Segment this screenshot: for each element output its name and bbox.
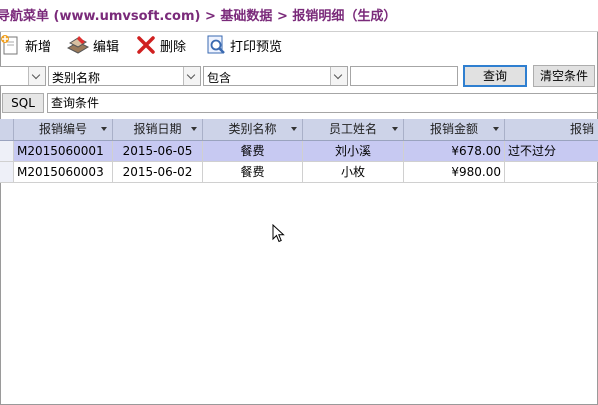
- edit-label: 编辑: [93, 39, 120, 55]
- chevron-down-icon: [28, 67, 45, 85]
- sort-icon: [493, 127, 499, 131]
- column-header[interactable]: 报销: [505, 119, 598, 140]
- sort-icon: [101, 127, 107, 131]
- search-input[interactable]: [350, 66, 458, 86]
- edit-button[interactable]: 编辑: [66, 33, 119, 57]
- breadcrumb-text: 导航菜单 (www.umvsoft.com) > 基础数据 > 报销明细（生成）: [0, 9, 397, 24]
- edit-icon: [66, 36, 90, 54]
- delete-button[interactable]: 删除: [135, 33, 186, 57]
- column-header[interactable]: 报销编号: [14, 119, 113, 140]
- chevron-down-icon: [183, 67, 200, 85]
- row-header: [0, 162, 14, 183]
- row-header-corner: [0, 119, 14, 140]
- table-row[interactable]: M2015060001 2015-06-05 餐费 刘小溪 ¥678.00 过不…: [0, 141, 598, 162]
- cell-code[interactable]: M2015060003: [14, 162, 113, 183]
- cell-employee[interactable]: 小枚: [303, 162, 404, 183]
- cell-amount[interactable]: ¥678.00: [404, 141, 505, 162]
- sort-icon: [392, 127, 398, 131]
- logic-select[interactable]: [0, 66, 46, 86]
- field-select[interactable]: 类别名称: [48, 66, 201, 86]
- sql-row: SQL 查询条件: [0, 92, 598, 114]
- cell-date[interactable]: 2015-06-05: [113, 141, 203, 162]
- clear-conditions-button[interactable]: 清空条件: [533, 65, 595, 87]
- sort-icon: [191, 127, 197, 131]
- toolbar: 新增 编辑 删除 打印预览: [0, 31, 598, 59]
- window-frame: [0, 0, 598, 405]
- column-header[interactable]: 报销日期: [113, 119, 203, 140]
- field-select-value: 类别名称: [52, 71, 101, 85]
- column-header-label: 报销编号: [38, 122, 87, 136]
- row-header: [0, 141, 14, 162]
- delete-label: 删除: [160, 39, 187, 55]
- cell-note[interactable]: 过不过分: [505, 141, 598, 162]
- print-preview-icon: [207, 35, 225, 54]
- column-header-label: 员工姓名: [328, 122, 377, 136]
- print-preview-label: 打印预览: [230, 39, 283, 55]
- delete-icon: [137, 36, 155, 54]
- column-header-label: 类别名称: [228, 122, 277, 136]
- add-icon: [1, 35, 18, 55]
- column-header[interactable]: 报销金额: [404, 119, 505, 140]
- column-header-label: 报销日期: [133, 122, 182, 136]
- mouse-cursor-icon: [272, 224, 285, 243]
- query-button[interactable]: 查询: [463, 65, 527, 87]
- table-row[interactable]: M2015060003 2015-06-02 餐费 小枚 ¥980.00: [0, 162, 598, 183]
- add-label: 新增: [25, 39, 52, 55]
- print-preview-button[interactable]: 打印预览: [205, 33, 282, 57]
- sql-condition-field[interactable]: 查询条件: [47, 93, 598, 113]
- cell-amount[interactable]: ¥980.00: [404, 162, 505, 183]
- operator-select-value: 包含: [207, 71, 232, 85]
- column-header-label: 报销金额: [429, 122, 478, 136]
- cell-employee[interactable]: 刘小溪: [303, 141, 404, 162]
- column-header[interactable]: 员工姓名: [303, 119, 404, 140]
- cell-date[interactable]: 2015-06-02: [113, 162, 203, 183]
- sort-icon: [291, 127, 297, 131]
- filter-row: 类别名称 包含 查询 清空条件: [0, 63, 598, 89]
- column-header[interactable]: 类别名称: [203, 119, 303, 140]
- breadcrumb: 导航菜单 (www.umvsoft.com) > 基础数据 > 报销明细（生成）: [0, 0, 598, 32]
- cell-category[interactable]: 餐费: [203, 141, 303, 162]
- cell-note[interactable]: [505, 162, 598, 183]
- add-button[interactable]: 新增: [0, 33, 51, 57]
- grid-header: 报销编号 报销日期 类别名称 员工姓名 报销金额 报销: [0, 119, 598, 141]
- cell-category[interactable]: 餐费: [203, 162, 303, 183]
- sql-button[interactable]: SQL: [2, 93, 44, 113]
- cell-code[interactable]: M2015060001: [14, 141, 113, 162]
- operator-select[interactable]: 包含: [203, 66, 348, 86]
- column-header-label: 报销: [569, 122, 594, 136]
- chevron-down-icon: [330, 67, 347, 85]
